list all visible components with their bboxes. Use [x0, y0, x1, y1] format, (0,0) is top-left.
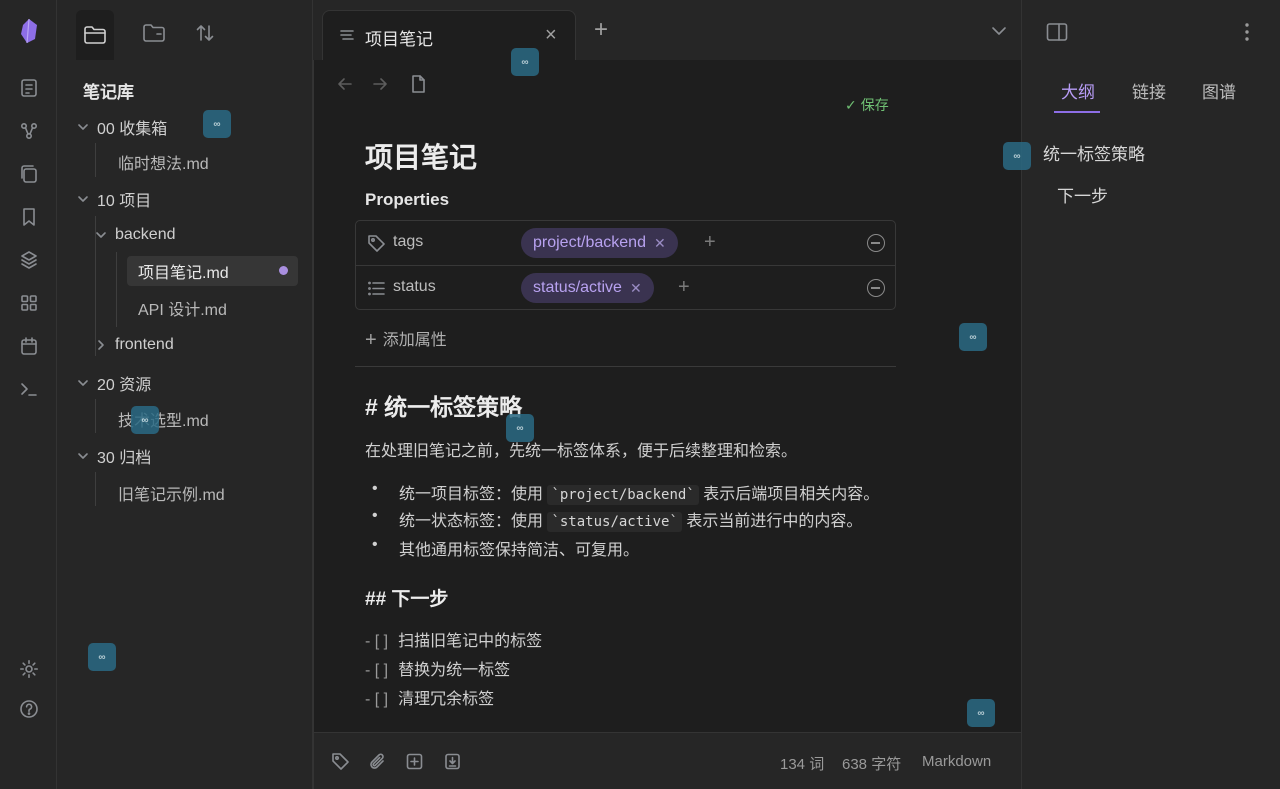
tree-item-label: 30 归档 — [97, 450, 152, 467]
tree-item-label: frontend — [115, 336, 174, 353]
task-item[interactable]: - [ ] 扫描旧笔记中的标签 — [365, 627, 542, 651]
paragraph[interactable]: 在处理旧笔记之前，先统一标签体系，便于后续整理和检索。 — [365, 437, 797, 461]
watermark-logo: ∞ — [967, 699, 995, 727]
watermark-logo: ∞ — [506, 414, 534, 442]
help-icon[interactable] — [16, 696, 42, 722]
char-count: 638 字符 — [842, 756, 902, 773]
back-arrow-icon[interactable] — [336, 75, 354, 93]
tab-links[interactable]: 链接 — [1132, 78, 1166, 103]
tree-item-label: 临时想法.md — [118, 156, 209, 173]
tree-item-label: 旧笔记示例.md — [118, 487, 225, 504]
tree-folder-frontend[interactable]: frontend — [93, 330, 174, 360]
properties-heading: Properties — [365, 190, 450, 209]
terminal-icon[interactable] — [16, 376, 42, 402]
watermark-logo: ∞ — [88, 643, 116, 671]
tab-new-folder[interactable] — [135, 10, 173, 56]
tree-file-old-notes[interactable]: 旧笔记示例.md — [118, 478, 225, 508]
active-tab-underline — [1054, 111, 1100, 113]
toggle-sidebar-icon[interactable] — [1046, 22, 1068, 42]
tab-files[interactable] — [76, 10, 114, 60]
tree-item-label: 00 收集箱 — [97, 121, 168, 138]
attachment-icon[interactable] — [368, 752, 387, 771]
more-options-icon[interactable] — [1244, 22, 1250, 42]
unsaved-dot — [279, 266, 288, 275]
daily-note-icon[interactable] — [16, 75, 42, 101]
tree-folder-backend[interactable]: backend — [93, 220, 176, 250]
saved-status: ✓ 保存 — [845, 97, 889, 113]
outline-item-h2[interactable]: 下一步 — [1057, 182, 1108, 207]
watermark-logo: ∞ — [1003, 142, 1031, 170]
add-property-button[interactable]: + 添加属性 — [365, 326, 447, 352]
tab-outline[interactable]: 大纲 — [1061, 78, 1095, 103]
tab-graph[interactable]: 图谱 — [1202, 78, 1236, 103]
note-title[interactable]: 项目笔记 — [365, 136, 477, 176]
property-row-status[interactable]: status status/active ✕ + — [356, 265, 895, 309]
settings-gear-icon[interactable] — [16, 656, 42, 682]
graph-view-icon[interactable] — [16, 118, 42, 144]
tree-folder-inbox[interactable]: 00 收集箱 — [75, 112, 167, 142]
tree-item-label: 10 项目 — [97, 193, 152, 210]
heading-1[interactable]: # 统一标签策略 — [365, 388, 522, 422]
tree-file-api-design[interactable]: API 设计.md — [138, 293, 227, 323]
tree-folder-archive[interactable]: 30 归档 — [75, 441, 151, 471]
tree-file-project-notes[interactable]: 项目笔记.md — [127, 256, 298, 286]
tree-item-label: backend — [115, 226, 176, 243]
remove-tag-icon[interactable]: ✕ — [654, 235, 666, 252]
new-tab-icon[interactable]: + — [594, 18, 608, 42]
vault-title: 笔记库 — [83, 83, 134, 102]
tree-file-temp-ideas[interactable]: 临时想法.md — [118, 147, 209, 177]
task-item[interactable]: - [ ] 替换为统一标签 — [365, 656, 510, 680]
plugin-cube-icon[interactable] — [16, 247, 42, 273]
divider — [355, 366, 896, 367]
status-bar: 134 词 638 字符 Markdown — [313, 732, 1021, 789]
word-count: 134 词 — [780, 756, 825, 773]
tag-pill-status-active[interactable]: status/active ✕ — [521, 273, 654, 303]
watermark-logo: ∞ — [203, 110, 231, 138]
list-item[interactable]: 其他通用标签保持简洁、可复用。 — [372, 536, 639, 560]
tree-item-label: API 设计.md — [138, 302, 227, 319]
outline-item-h1[interactable]: 统一标签策略 — [1043, 140, 1145, 165]
watermark-logo: ∞ — [131, 406, 159, 434]
heading-2[interactable]: ## 下一步 — [365, 584, 448, 611]
canvas-icon[interactable] — [16, 161, 42, 187]
editor-pane: ✓ 保存 项目笔记 Properties tags project/backend… — [313, 60, 1021, 789]
watermark-logo: ∞ — [511, 48, 539, 76]
insert-block-icon[interactable] — [405, 752, 424, 771]
add-tag-icon[interactable]: + — [678, 276, 690, 299]
tree-item-label: 20 资源 — [97, 377, 152, 394]
property-row-tags[interactable]: tags project/backend ✕ + — [356, 221, 895, 265]
right-panel: 大纲 链接 图谱 统一标签策略 下一步 — [1021, 0, 1280, 789]
remove-property-icon[interactable] — [867, 234, 885, 252]
file-icon[interactable] — [409, 74, 427, 94]
forward-arrow-icon[interactable] — [371, 75, 389, 93]
list-item[interactable]: 统一项目标签：使用 `project/backend` 表示后端项目相关内容。 — [372, 480, 879, 505]
sort-icon[interactable] — [186, 10, 224, 56]
add-tag-icon[interactable]: + — [704, 231, 716, 254]
apps-grid-icon[interactable] — [16, 290, 42, 316]
tree-folder-resources[interactable]: 20 资源 — [75, 368, 151, 398]
tab-title: 项目笔记 — [365, 30, 433, 49]
bookmark-icon[interactable] — [16, 204, 42, 230]
tag-icon[interactable] — [331, 752, 350, 771]
export-icon[interactable] — [443, 752, 462, 771]
ribbon — [0, 0, 57, 789]
tree-item-label: 项目笔记.md — [138, 265, 229, 282]
remove-property-icon[interactable] — [867, 279, 885, 297]
property-key-status: status — [393, 278, 436, 295]
property-key-tags: tags — [393, 233, 424, 250]
tree-folder-projects[interactable]: 10 项目 — [75, 184, 151, 214]
editor-mode[interactable]: Markdown — [922, 753, 991, 770]
tab-list-chevron-down-icon[interactable] — [990, 24, 1008, 38]
remove-tag-icon[interactable]: ✕ — [630, 280, 642, 297]
tag-pill-project-backend[interactable]: project/backend ✕ — [521, 228, 678, 258]
tab-close-icon[interactable]: × — [545, 24, 557, 47]
calendar-icon[interactable] — [16, 333, 42, 359]
task-item[interactable]: - [ ] 清理冗余标签 — [365, 685, 494, 709]
watermark-logo: ∞ — [959, 323, 987, 351]
properties-table: tags project/backend ✕ + status status/ac… — [355, 220, 896, 310]
list-item[interactable]: 统一状态标签：使用 `status/active` 表示当前进行中的内容。 — [372, 507, 862, 532]
app-logo-icon[interactable] — [16, 18, 42, 44]
